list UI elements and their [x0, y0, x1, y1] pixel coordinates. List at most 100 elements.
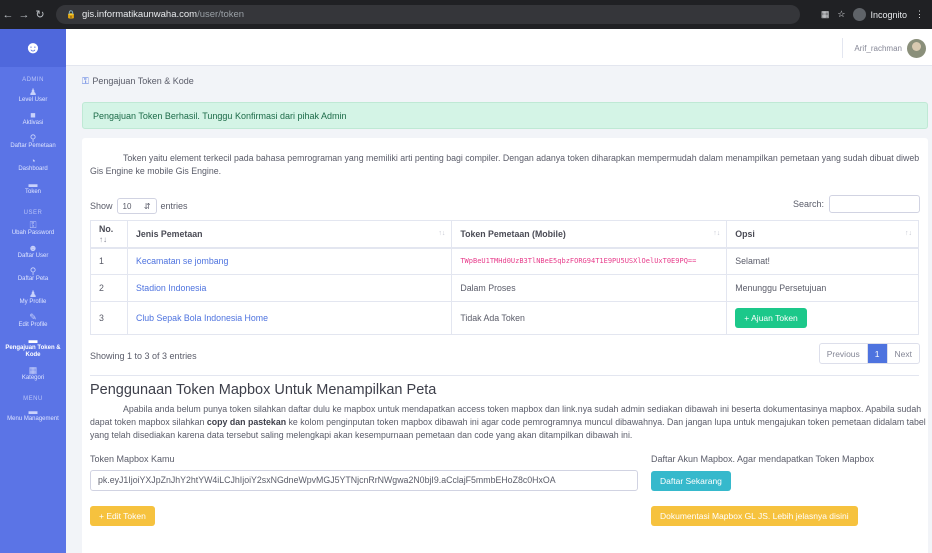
lock-icon: 🔒: [66, 10, 76, 19]
url-host: gis.informatikaunwaha.com: [81, 9, 198, 20]
page-title-text: Pengajuan Token & Kode: [92, 76, 194, 86]
sidebar-item-daftar-pemetaan[interactable]: ⚲ Daftar Pemetaan: [0, 131, 66, 154]
column-header-jenis[interactable]: Jenis Pemetaan ↑↓: [126, 220, 453, 249]
username: Arif_rachman: [854, 43, 902, 53]
map-marker-icon: ⚲: [29, 133, 37, 143]
map-marker-icon: ⚲: [29, 266, 37, 276]
entries-select[interactable]: 10 ⇵: [116, 198, 157, 214]
map-link[interactable]: Stadion Indonesia: [126, 274, 453, 302]
sidebar-item-pengajuan-token[interactable]: ▬ Pengajuan Token & Kode: [0, 333, 66, 363]
user-icon: ♟: [28, 289, 38, 299]
sort-asc-icon: ↑↓: [99, 234, 107, 244]
sidebar-item-daftar-peta[interactable]: ⚲ Daftar Peta: [0, 264, 66, 287]
sidebar-item-label: Menu Management: [7, 416, 59, 422]
sidebar-item-label: Token: [24, 189, 41, 195]
forward-icon[interactable]: →: [16, 9, 32, 21]
cell-opsi: Selamat!: [726, 247, 919, 275]
daftar-sekarang-button[interactable]: Daftar Sekarang: [651, 471, 731, 491]
user-edit-icon: ✎: [29, 312, 37, 322]
page-1-button[interactable]: 1: [866, 344, 887, 363]
address-bar[interactable]: 🔒 gis.informatikaunwaha.com/user/token: [56, 5, 800, 24]
search-input[interactable]: [829, 195, 920, 213]
table-row: 2 Stadion Indonesia Dalam Proses Menungg…: [90, 274, 919, 302]
sidebar-item-label: Dashboard: [18, 166, 48, 172]
cell-no: 3: [90, 301, 128, 335]
brand-logo[interactable]: ☻: [0, 29, 66, 67]
intro-text: Token yaitu element terkecil pada bahasa…: [90, 153, 920, 176]
table-row: 1 Kecamatan se jombang TWpBeU1TMHd0UzB3T…: [90, 247, 919, 275]
column-header-opsi[interactable]: Opsi ↑↓: [726, 220, 919, 249]
mapbox-section-title: Penggunaan Token Mapbox Untuk Menampilka…: [90, 382, 437, 398]
map-link[interactable]: Club Sepak Bola Indonesia Home: [126, 301, 453, 335]
incognito-label: Incognito: [870, 9, 907, 20]
translate-icon[interactable]: ▦: [821, 9, 830, 20]
sidebar-item-aktivasi[interactable]: ■ Aktivasi: [0, 108, 66, 131]
browser-toolbar: ← → ↻ 🔒 gis.informatikaunwaha.com/user/t…: [0, 0, 932, 29]
star-icon[interactable]: ☆: [837, 9, 845, 20]
users-icon: ☻: [28, 243, 38, 253]
search-label: Search:: [792, 199, 824, 209]
user-menu[interactable]: Arif_rachman: [842, 38, 926, 58]
sidebar-item-level-user[interactable]: ♟ Level User: [0, 85, 66, 108]
main-content: ⚿ Pengajuan Token & Kode Pengajuan Token…: [66, 66, 932, 553]
previous-button[interactable]: Previous: [820, 344, 867, 363]
column-header-no[interactable]: No. ↑↓: [90, 220, 128, 249]
sidebar-item-ubah-password[interactable]: ⚿ Ubah Password: [0, 218, 66, 241]
sidebar-item-label: Daftar Pemetaan: [10, 143, 56, 149]
url-path: /user/token: [197, 9, 245, 20]
folder-icon: ▬: [28, 406, 38, 416]
sidebar-item-my-profile[interactable]: ♟ My Profile: [0, 287, 66, 310]
lock-icon: ■: [30, 110, 36, 120]
ajuan-token-button[interactable]: + Ajuan Token: [735, 308, 807, 328]
incognito-badge[interactable]: Incognito: [853, 8, 907, 21]
sidebar: ☻ ADMIN ♟ Level User ■ Aktivasi ⚲ Daftar Pe…: [0, 29, 66, 553]
table-header-row: No. ↑↓ Jenis Pemetaan ↑↓ Token Pemetaan (…: [90, 220, 919, 249]
select-arrows-icon: ⇵: [143, 201, 151, 211]
reload-icon[interactable]: ↻: [32, 8, 48, 21]
sidebar-heading-menu: MENU: [23, 396, 43, 402]
success-alert: Pengajuan Token Berhasil. Tunggu Konfirm…: [82, 102, 928, 129]
show-entries-control: Show 10 ⇵ entries: [90, 198, 188, 214]
sidebar-item-menu-management[interactable]: ▬ Menu Management: [0, 404, 66, 427]
instructions-bold: copy dan pastekan: [206, 417, 287, 427]
sort-icon: ↑↓: [438, 230, 446, 237]
edit-token-button[interactable]: + Edit Token: [90, 506, 155, 526]
cell-token: Tidak Ada Token: [451, 301, 728, 335]
next-button[interactable]: Next: [886, 344, 919, 363]
table-row: 3 Club Sepak Bola Indonesia Home Tidak A…: [90, 301, 919, 335]
sidebar-item-label: Daftar User: [17, 253, 49, 259]
table-info: Showing 1 to 3 of 3 entries: [90, 351, 197, 361]
sidebar-item-dashboard[interactable]: ◔ Dashboard: [0, 154, 66, 177]
column-header-label: No.: [99, 223, 114, 234]
sidebar-item-label: Ubah Password: [11, 230, 55, 236]
column-header-token[interactable]: Token Pemetaan (Mobile) ↑↓: [451, 220, 728, 249]
sidebar-item-kategori[interactable]: ▦ Kategori: [0, 363, 66, 386]
map-link[interactable]: Kecamatan se jombang: [126, 247, 453, 275]
cell-token: Dalam Proses: [451, 274, 728, 302]
topbar: Arif_rachman: [66, 29, 932, 66]
cell-opsi: + Ajuan Token: [726, 301, 919, 335]
sidebar-heading-user: USER: [23, 210, 43, 216]
sidebar-item-label: Edit Profile: [18, 322, 48, 328]
sidebar-item-edit-profile[interactable]: ✎ Edit Profile: [0, 310, 66, 333]
topbar-divider: [842, 38, 844, 58]
grid-icon: ▦: [28, 365, 38, 375]
token-table: No. ↑↓ Jenis Pemetaan ↑↓ Token Pemetaan (…: [90, 220, 919, 335]
sidebar-item-token[interactable]: ▬ Token: [0, 177, 66, 200]
token-mapbox-input[interactable]: pk.eyJ1IjoiYXJpZnJhY2htYW4iLCJhIjoiY2sxN…: [90, 470, 638, 491]
sidebar-item-daftar-user[interactable]: ☻ Daftar User: [0, 241, 66, 264]
entries-value: 10: [122, 201, 132, 211]
mapbox-instructions: Apabila anda belum punya token silahkan …: [90, 403, 928, 442]
more-menu-icon[interactable]: ⋮: [915, 9, 924, 20]
column-header-label: Jenis Pemetaan: [135, 228, 203, 239]
sort-icon: ↑↓: [905, 230, 912, 237]
sort-icon: ↑↓: [713, 230, 721, 237]
content-card: Token yaitu element terkecil pada bahasa…: [82, 138, 928, 553]
divider: [90, 375, 919, 376]
key-icon: ⚿: [29, 220, 37, 230]
folder-icon: ▬: [28, 335, 38, 345]
sidebar-item-label: My Profile: [19, 299, 47, 305]
mapbox-docs-button[interactable]: Dokumentasi Mapbox GL JS. Lebih jelasnya…: [651, 506, 858, 526]
users-logo-icon: ☻: [24, 38, 42, 57]
back-icon[interactable]: ←: [0, 9, 16, 21]
